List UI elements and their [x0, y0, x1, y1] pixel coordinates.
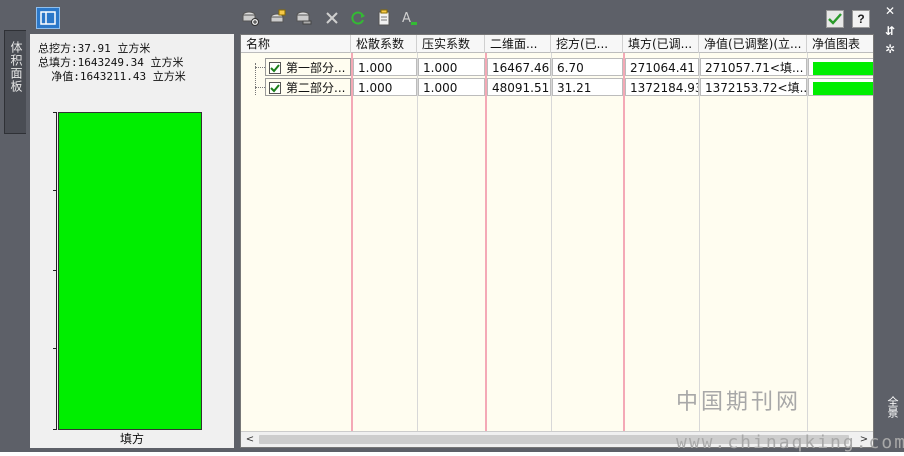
net-cell: 1372153.72<填...	[700, 78, 807, 96]
toolbar: A ?	[30, 4, 874, 32]
y-tick	[53, 348, 57, 349]
column-divider	[485, 53, 487, 431]
total-fill-text: 总填方:1643249.34 立方米	[38, 56, 184, 69]
delete-icon	[326, 12, 338, 24]
volume-bar-chart	[53, 112, 208, 430]
row-name-cell[interactable]: 第二部分...	[265, 78, 351, 96]
bar-category-label: 填方	[119, 432, 144, 446]
auto-hide-icon[interactable]: ⇵	[883, 24, 897, 38]
cut-cell: 6.70	[552, 58, 623, 76]
column-header-name[interactable]: 名称	[241, 35, 351, 53]
refresh-icon	[351, 11, 365, 25]
add-icon	[242, 11, 259, 26]
summary-panel: 总挖方:37.91 立方米 总填方:1643249.34 立方米 净值:16432…	[30, 34, 234, 448]
remove-entry-button[interactable]	[294, 8, 314, 28]
row-name: 第二部分...	[286, 81, 346, 95]
volume-summary: 总挖方:37.91 立方米 总填方:1643249.34 立方米 净值:16432…	[38, 42, 186, 84]
checkmark-icon	[270, 83, 280, 92]
net-cell: 271057.71<填...	[700, 58, 807, 76]
refresh-button[interactable]	[348, 8, 368, 28]
table-header: 名称 松散系数 压实系数 二维面... 挖方(已... 填方(已调... 净值(…	[241, 35, 873, 53]
table-row[interactable]: 第一部分... 1.000 1.000 16467.46 6.70 271064…	[241, 57, 873, 77]
loose-factor-cell[interactable]: 1.000	[353, 78, 417, 96]
close-icon[interactable]: ✕	[883, 4, 897, 18]
volume-panel-tab-label: 体积面板	[9, 41, 23, 93]
remove-icon	[296, 11, 312, 25]
column-divider	[623, 53, 625, 431]
compact-factor-cell[interactable]: 1.000	[418, 58, 485, 76]
panel-toggle-button[interactable]	[36, 7, 60, 29]
panel-toggle-icon	[40, 11, 56, 25]
watermark-title: 中国期刊网	[676, 390, 802, 415]
properties-icon[interactable]: ✲	[883, 42, 897, 56]
loose-factor-cell[interactable]: 1.000	[353, 58, 417, 76]
volume-panel-tab[interactable]: 体积面板	[4, 30, 26, 134]
y-tick	[53, 112, 57, 113]
column-header-net-chart[interactable]: 净值图表	[807, 35, 873, 53]
area-cell: 48091.51	[487, 78, 551, 96]
cut-cell: 31.21	[552, 78, 623, 96]
add-entry-button[interactable]	[240, 8, 260, 28]
total-cut-text: 总挖方:37.91 立方米	[38, 42, 151, 55]
scroll-left-arrow-icon[interactable]: <	[243, 433, 257, 446]
net-chart-cell	[808, 58, 873, 76]
watermark-url: www.chinaqking.com	[676, 432, 904, 453]
edit-icon	[270, 9, 286, 23]
row-visibility-checkbox[interactable]	[269, 62, 281, 74]
net-chart-bar	[813, 82, 873, 95]
delete-button[interactable]	[322, 8, 342, 28]
palette-title-label: 全景	[886, 396, 899, 418]
column-divider	[417, 53, 418, 431]
column-header-2d-area[interactable]: 二维面...	[485, 35, 551, 53]
column-header-net[interactable]: 净值(已调整)(立...	[699, 35, 807, 53]
fill-cell: 1372184.93	[625, 78, 699, 96]
row-visibility-checkbox[interactable]	[269, 82, 281, 94]
text-style-icon: A	[402, 11, 417, 26]
column-header-fill[interactable]: 填方(已调...	[623, 35, 699, 53]
column-divider	[807, 53, 808, 431]
apply-button[interactable]	[826, 10, 844, 28]
y-tick	[53, 270, 57, 271]
text-style-button[interactable]: A	[400, 8, 420, 28]
palette-title-strip: ✕ ⇵ ✲ 全景	[874, 0, 904, 452]
column-divider	[351, 53, 353, 431]
area-cell: 16467.46	[487, 58, 551, 76]
checkmark-icon	[270, 63, 280, 72]
row-name-cell[interactable]: 第一部分...	[265, 58, 351, 76]
column-header-compact-factor[interactable]: 压实系数	[417, 35, 485, 53]
help-button[interactable]: ?	[852, 10, 870, 28]
apply-icon	[828, 13, 842, 25]
column-divider	[699, 53, 700, 431]
table-row[interactable]: 第二部分... 1.000 1.000 48091.51 31.21 13721…	[241, 77, 873, 97]
fill-cell: 271064.41	[625, 58, 699, 76]
row-name: 第一部分...	[286, 61, 346, 75]
svg-text:A: A	[402, 11, 411, 26]
column-header-loose-factor[interactable]: 松散系数	[351, 35, 417, 53]
edit-entry-button[interactable]	[268, 8, 288, 28]
column-divider	[551, 53, 552, 431]
y-tick	[53, 190, 57, 191]
report-button[interactable]	[374, 8, 394, 28]
compact-factor-cell[interactable]: 1.000	[418, 78, 485, 96]
net-chart-cell	[808, 78, 873, 96]
column-header-cut[interactable]: 挖方(已...	[551, 35, 623, 53]
net-chart-bar	[813, 62, 873, 75]
fill-bar	[58, 112, 202, 430]
net-value-text: 净值:1643211.43 立方米	[38, 70, 186, 83]
report-icon	[378, 9, 390, 26]
